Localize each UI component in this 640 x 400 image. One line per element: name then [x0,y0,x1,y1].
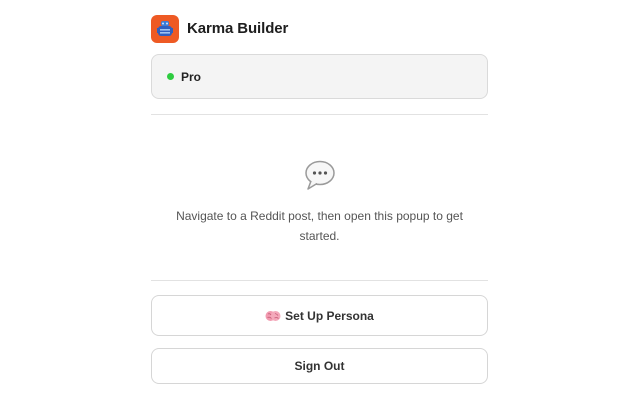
empty-state: Navigate to a Reddit post, then open thi… [151,158,488,246]
plan-label: Pro [181,69,202,84]
sign-out-label: Sign Out [294,359,345,373]
brain-icon [265,310,281,321]
divider [151,114,488,115]
header: Karma Builder [151,14,288,43]
plan-status-card: Pro [151,54,488,99]
set-up-persona-label: Set Up Persona [285,308,374,323]
popup-panel: Karma Builder Pro Navigate to a Reddit p… [151,0,488,400]
set-up-persona-button[interactable]: Set Up Persona [151,295,488,336]
divider [151,280,488,281]
status-dot-icon [167,73,174,80]
sign-out-button[interactable]: Sign Out [151,348,488,384]
empty-state-message: Navigate to a Reddit post, then open thi… [176,209,463,243]
app-title: Karma Builder [187,20,289,37]
robot-icon [151,14,179,43]
speech-bubble-icon [304,160,335,190]
